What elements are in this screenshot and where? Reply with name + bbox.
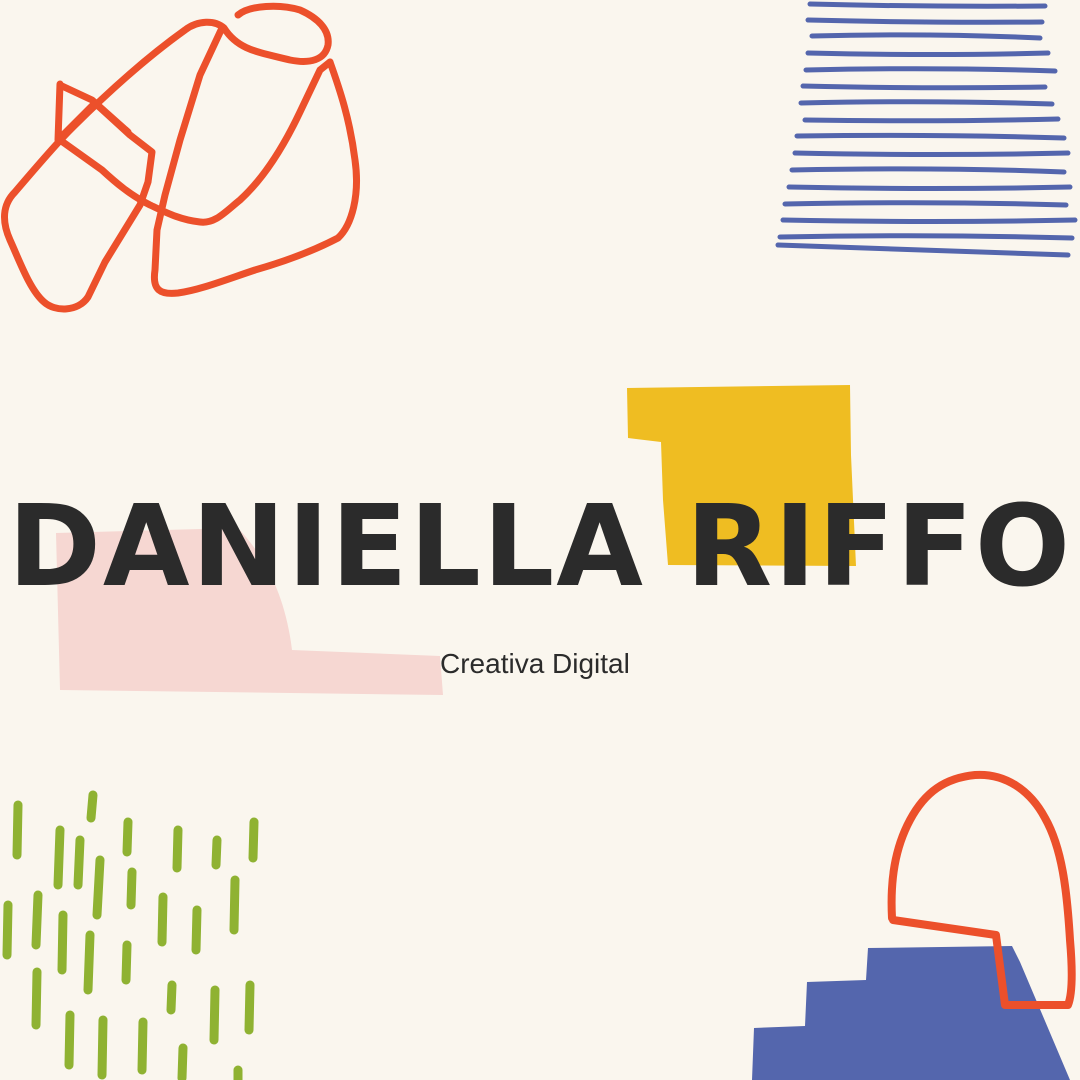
blue-horizontal-lines — [775, 1, 1078, 258]
blue-steps — [752, 946, 1070, 1080]
graphic-canvas: DANIELLA RIFFO Creativa Digital — [0, 0, 1080, 1080]
name-title: DANIELLA RIFFO — [7, 482, 1073, 612]
tagline: Creativa Digital — [440, 648, 630, 679]
orange-scribble-loop — [1, 2, 360, 313]
green-dash-marks — [2, 790, 259, 1080]
